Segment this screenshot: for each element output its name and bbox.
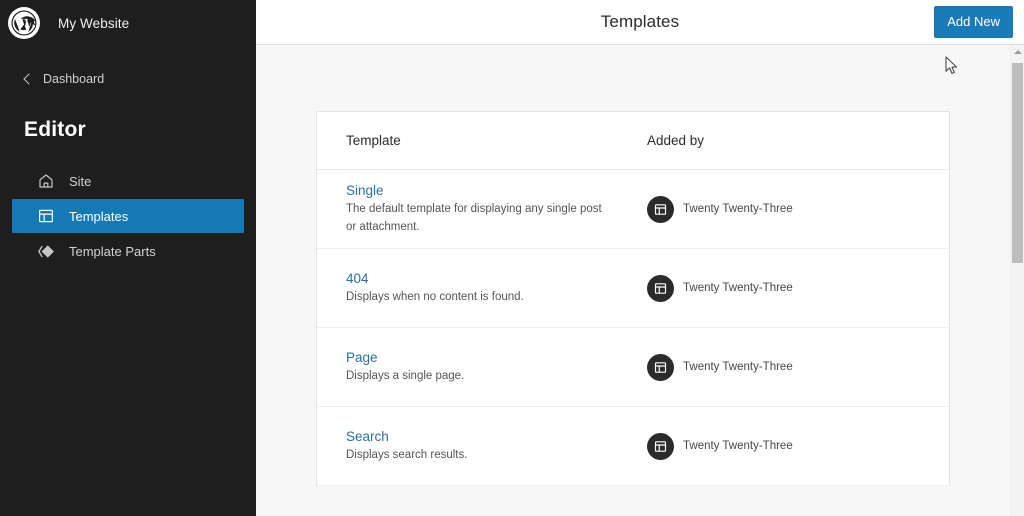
column-header-template: Template xyxy=(346,132,401,148)
main-area: Templates Add New Template Added by Sing… xyxy=(256,0,1024,516)
template-cell: Single The default template for displayi… xyxy=(317,180,647,239)
site-title: My Website xyxy=(58,15,130,31)
column-header-added-by: Added by xyxy=(647,132,705,148)
templates-table: Template Added by Single The default tem… xyxy=(316,111,950,486)
sidebar-item-template-parts[interactable]: Template Parts xyxy=(12,234,244,268)
theme-avatar-icon xyxy=(647,274,674,302)
added-by-cell: Twenty Twenty-Three xyxy=(647,195,949,223)
dashboard-label: Dashboard xyxy=(43,72,105,86)
sidebar-item-templates[interactable]: Templates xyxy=(12,199,244,233)
author: Twenty Twenty-Three xyxy=(647,432,949,460)
sidebar: My Website Dashboard Editor Site Templat… xyxy=(0,0,256,516)
top-bar: Templates Add New xyxy=(256,0,1024,45)
site-header[interactable]: My Website xyxy=(0,0,256,46)
chevron-left-icon xyxy=(22,73,34,85)
sidebar-item-label: Site xyxy=(69,173,92,189)
author-name: Twenty Twenty-Three xyxy=(683,282,793,294)
table-row: Page Displays a single page. Twenty Twen… xyxy=(317,328,949,407)
theme-avatar-icon xyxy=(647,432,674,460)
app-root: My Website Dashboard Editor Site Templat… xyxy=(0,0,1024,516)
template-description: Displays when no content is found. xyxy=(346,290,524,303)
table-row: Single The default template for displayi… xyxy=(317,170,949,249)
back-to-dashboard-link[interactable]: Dashboard xyxy=(0,67,256,91)
template-name-link[interactable]: Search xyxy=(346,429,389,444)
wordpress-logo-icon[interactable] xyxy=(8,7,40,39)
author: Twenty Twenty-Three xyxy=(647,274,949,302)
table-row: Search Displays search results. Twenty T… xyxy=(317,407,949,486)
vertical-scrollbar[interactable] xyxy=(1010,45,1024,516)
template-name-link[interactable]: 404 xyxy=(346,271,369,286)
table-header-row: Template Added by xyxy=(317,112,949,170)
template-description: Displays search results. xyxy=(346,448,468,461)
sidebar-item-label: Template Parts xyxy=(69,243,156,259)
template-cell: Page Displays a single page. xyxy=(317,347,647,388)
author-name: Twenty Twenty-Three xyxy=(683,203,793,215)
template-description: Displays a single page. xyxy=(346,369,465,382)
editor-section-title: Editor xyxy=(24,118,86,141)
template-parts-icon xyxy=(36,241,56,261)
template-name-link[interactable]: Page xyxy=(346,350,378,365)
template-cell: 404 Displays when no content is found. xyxy=(317,268,647,309)
author-name: Twenty Twenty-Three xyxy=(683,361,793,373)
template-description: The default template for displaying any … xyxy=(346,202,602,233)
sidebar-item-site[interactable]: Site xyxy=(12,164,244,198)
add-new-button[interactable]: Add New xyxy=(934,6,1013,38)
author-name: Twenty Twenty-Three xyxy=(683,440,793,452)
page-title: Templates xyxy=(600,12,680,31)
layout-icon xyxy=(36,206,56,226)
added-by-cell: Twenty Twenty-Three xyxy=(647,432,949,460)
added-by-cell: Twenty Twenty-Three xyxy=(647,274,949,302)
template-cell: Search Displays search results. xyxy=(317,426,647,467)
scroll-up-arrow-icon[interactable] xyxy=(1011,45,1024,59)
scrollbar-thumb[interactable] xyxy=(1012,63,1023,263)
sidebar-nav: Site Templates Template Parts xyxy=(0,164,256,268)
home-icon xyxy=(36,171,56,191)
added-by-cell: Twenty Twenty-Three xyxy=(647,353,949,381)
content-area: Template Added by Single The default tem… xyxy=(256,45,1010,516)
theme-avatar-icon xyxy=(647,353,674,381)
template-name-link[interactable]: Single xyxy=(346,183,384,198)
theme-avatar-icon xyxy=(647,195,674,223)
author: Twenty Twenty-Three xyxy=(647,195,949,223)
sidebar-item-label: Templates xyxy=(69,208,129,224)
table-row: 404 Displays when no content is found. T… xyxy=(317,249,949,328)
author: Twenty Twenty-Three xyxy=(647,353,949,381)
